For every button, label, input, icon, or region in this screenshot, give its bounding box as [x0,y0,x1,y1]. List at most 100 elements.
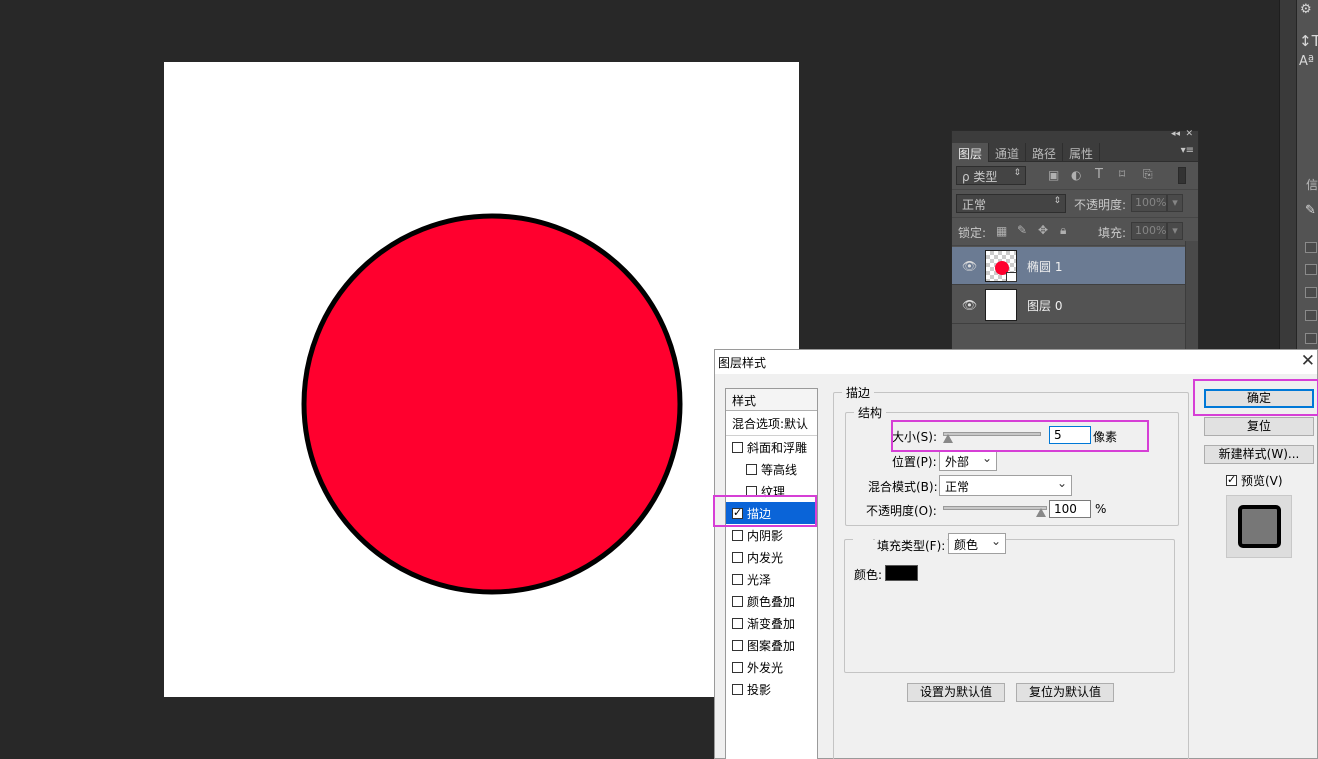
layer-row-background[interactable]: 👁︎ 图层 0 [952,286,1186,324]
collapse-icon[interactable]: ◂◂ [1171,129,1180,139]
style-item[interactable]: 斜面和浮雕 [726,436,817,458]
style-checkbox[interactable] [732,574,743,585]
image-filter-icon[interactable]: ▣ [1048,168,1059,182]
reset-button[interactable]: 复位 [1204,417,1314,436]
style-label: 投影 [747,683,772,697]
position-select[interactable]: 外部 ⌄ [939,450,997,471]
style-items: 斜面和浮雕等高线纹理描边内阴影内发光光泽颜色叠加渐变叠加图案叠加外发光投影 [726,436,817,700]
strip-checkbox[interactable] [1305,333,1317,344]
red-ellipse[interactable] [301,213,683,595]
style-checkbox[interactable] [732,640,743,651]
adjustment-filter-icon[interactable]: ◐ [1071,168,1081,182]
strip-checkbox[interactable] [1305,242,1317,253]
char-style-icon[interactable]: Aª [1299,54,1314,69]
style-item[interactable]: 纹理 [726,480,817,502]
strip-checkbox[interactable] [1305,287,1317,298]
strip-checkbox[interactable] [1305,310,1317,321]
strip-checkbox[interactable] [1305,264,1317,275]
style-item[interactable]: 渐变叠加 [726,612,817,634]
blend-mode-value: 正常 [945,480,970,494]
style-item[interactable]: 投影 [726,678,817,700]
fill-dropdown-icon[interactable]: ▾ [1167,222,1183,240]
size-slider-thumb[interactable] [943,434,953,443]
blend-options-item[interactable]: 混合选项:默认 [726,411,817,436]
lock-transparent-icon[interactable]: ▦ [996,224,1007,238]
filter-row: ρ 类型 ⇕ ▣ ◐ T ⌑ ⎘ [952,162,1198,190]
close-icon[interactable]: ✕ [1301,351,1315,371]
type-filter-icon[interactable]: T [1095,167,1103,182]
style-item[interactable]: 内阴影 [726,524,817,546]
new-style-button[interactable]: 新建样式(W)... [1204,445,1314,464]
style-checkbox[interactable] [746,486,757,497]
reset-default-button[interactable]: 复位为默认值 [1016,683,1114,702]
size-slider[interactable] [943,432,1041,436]
style-item[interactable]: 外发光 [726,656,817,678]
lock-pixels-icon[interactable]: ✎ [1017,223,1027,237]
layers-scrollbar[interactable] [1185,241,1198,359]
filter-toggle[interactable] [1178,167,1186,184]
styles-list: 样式 混合选项:默认 斜面和浮雕等高线纹理描边内阴影内发光光泽颜色叠加渐变叠加图… [725,388,818,759]
style-checkbox[interactable] [732,552,743,563]
lock-row: 锁定: ▦ ✎ ✥ 🔒︎ 填充: 100% ▾ [952,218,1198,246]
close-icon[interactable]: ✕ [1185,129,1193,139]
style-item[interactable]: 光泽 [726,568,817,590]
position-label: 位置(P): [892,455,937,469]
lock-position-icon[interactable]: ✥ [1038,223,1048,237]
ok-button[interactable]: 确定 [1204,389,1314,408]
style-checkbox[interactable] [732,684,743,695]
style-item[interactable]: 图案叠加 [726,634,817,656]
size-unit: 像素 [1093,430,1118,444]
gear-icon[interactable]: ⚙ [1300,2,1312,17]
chevron-down-icon: ⌄ [1056,476,1067,490]
panel-menu-icon[interactable]: ▾≡ [1181,145,1194,156]
dialog-titlebar: 图层样式 ✕ [715,350,1317,374]
style-checkbox[interactable] [732,530,743,541]
tab-channels[interactable]: 通道 [989,143,1027,162]
eye-icon[interactable]: 👁︎ [962,298,977,312]
style-label: 内阴影 [747,529,784,543]
layer-row-ellipse[interactable]: 👁︎ 椭圆 1 [952,247,1186,285]
style-item[interactable]: 内发光 [726,546,817,568]
style-item[interactable]: 颜色叠加 [726,590,817,612]
filter-type-select[interactable]: ρ 类型 ⇕ [956,166,1026,185]
style-item[interactable]: 等高线 [726,458,817,480]
stroke-color-swatch[interactable] [885,565,918,581]
opacity-dropdown-icon[interactable]: ▾ [1167,194,1183,212]
style-checkbox[interactable] [732,506,743,519]
opacity-input[interactable]: 100 [1049,500,1091,518]
tab-paths[interactable]: 路径 [1026,143,1064,162]
opacity-field[interactable]: 100% [1131,194,1167,212]
blend-mode-select[interactable]: 正常 ⌄ [939,475,1072,496]
style-checkbox[interactable] [732,596,743,607]
spinner-icon: ⇕ [1013,168,1021,178]
color-label: 颜色: [854,568,883,582]
blend-mode-select[interactable]: 正常 ⇕ [956,194,1066,213]
style-item[interactable]: 描边 [726,502,817,524]
blend-mode-value: 正常 [962,198,987,212]
style-checkbox[interactable] [732,662,743,673]
shape-layer-badge-icon [1006,272,1017,282]
fill-field[interactable]: 100% [1131,222,1167,240]
size-input[interactable]: 5 [1049,426,1091,444]
shape-filter-icon[interactable]: ⌑ [1119,167,1125,181]
tab-layers[interactable]: 图层 [952,143,990,162]
brush-icon[interactable]: ✎ [1305,203,1316,218]
opacity-slider-thumb[interactable] [1036,508,1046,517]
document-canvas[interactable] [164,62,799,697]
opacity-slider[interactable] [943,506,1047,510]
eye-icon[interactable]: 👁︎ [962,259,977,273]
fill-type-select[interactable]: 颜色 ⌄ [948,533,1006,554]
styles-header[interactable]: 样式 [726,389,817,411]
ellipse-shape[interactable] [164,62,799,697]
style-checkbox[interactable] [732,442,743,453]
lock-all-icon[interactable]: 🔒︎ [1060,223,1066,238]
text-tool-icon[interactable]: ↕T [1299,32,1318,50]
smart-object-filter-icon[interactable]: ⎘ [1143,167,1153,182]
tab-properties[interactable]: 属性 [1063,143,1101,162]
info-tab[interactable]: 信 [1306,176,1318,193]
style-checkbox[interactable] [732,618,743,629]
set-default-button[interactable]: 设置为默认值 [907,683,1005,702]
style-checkbox[interactable] [746,464,757,475]
preview-checkbox[interactable]: 预览(V) [1226,472,1283,489]
preview-checkbox-box[interactable] [1226,473,1237,486]
